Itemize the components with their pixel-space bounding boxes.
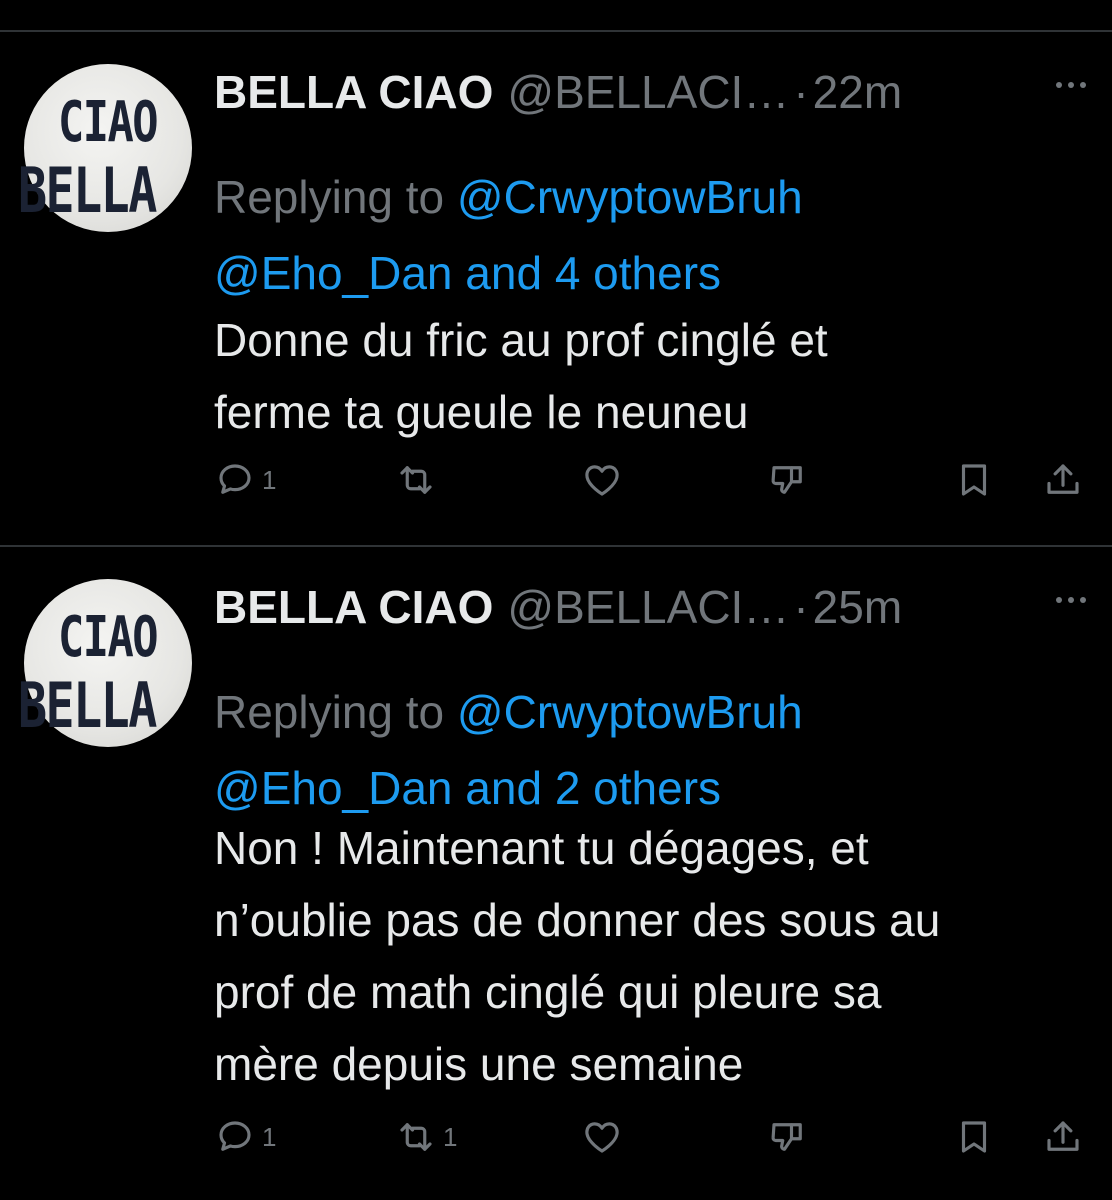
avatar[interactable]: CIAO BELLA: [18, 579, 192, 747]
tweet-text-line: ferme ta gueule le neuneu: [214, 386, 749, 438]
user-handle[interactable]: @BELLACI…: [507, 65, 789, 119]
timestamp[interactable]: 25m: [813, 580, 902, 634]
bookmark-button[interactable]: [953, 1116, 995, 1158]
dislike-button[interactable]: [767, 459, 815, 501]
separator-dot: ·: [793, 581, 809, 633]
tweet-text-line: prof de math cinglé qui pleure sa: [214, 966, 882, 1018]
bookmark-button[interactable]: [953, 459, 995, 501]
replying-to-label: Replying to: [214, 686, 445, 738]
tweet[interactable]: CIAO BELLA BELLA CIAO @BELLACI… · 22m Re…: [0, 32, 1112, 545]
separator-dot: ·: [793, 66, 809, 118]
reply-to-others-link[interactable]: @Eho_Dan and 2 others: [214, 761, 721, 815]
retweet-button[interactable]: [395, 459, 443, 501]
display-name[interactable]: BELLA CIAO: [214, 580, 493, 634]
reply-to-others-text[interactable]: @Eho_Dan and 2 others: [214, 762, 721, 814]
avatar-text-ciao: CIAO: [58, 605, 159, 670]
replying-to-label: Replying to: [214, 171, 445, 223]
retweet-count: 1: [443, 1121, 458, 1152]
retweet-icon: [400, 1123, 432, 1151]
share-icon: [1047, 464, 1079, 494]
share-button[interactable]: [1042, 459, 1084, 501]
replying-to-line: Replying to @CrwyptowBruh: [214, 685, 803, 739]
reply-icon: [219, 464, 251, 494]
bookmark-icon: [961, 1121, 987, 1153]
reply-button[interactable]: 1: [214, 1116, 276, 1158]
reply-count: 1: [262, 1121, 277, 1152]
dislike-icon: [771, 466, 802, 494]
more-icon[interactable]: [1056, 82, 1086, 88]
action-bar: 1: [0, 459, 1112, 519]
replying-to-line: Replying to @CrwyptowBruh: [214, 170, 803, 224]
action-bar: 1 1: [0, 1116, 1112, 1176]
reply-to-user-link[interactable]: @CrwyptowBruh: [457, 686, 803, 738]
bookmark-icon: [961, 464, 987, 496]
reply-icon: [219, 1121, 251, 1151]
reply-to-user-link[interactable]: @CrwyptowBruh: [457, 171, 803, 223]
like-button[interactable]: [581, 1116, 629, 1158]
reply-to-others-link[interactable]: @Eho_Dan and 4 others: [214, 246, 721, 300]
share-icon: [1047, 1121, 1079, 1151]
tweet-text-line: Donne du fric au prof cinglé et: [214, 314, 828, 366]
user-handle[interactable]: @BELLACI…: [507, 580, 789, 634]
tweet-header: BELLA CIAO @BELLACI… · 25m: [214, 577, 902, 637]
like-icon: [585, 1122, 619, 1153]
tweet-text: Donne du fric au prof cinglé et ferme ta…: [214, 304, 1094, 448]
retweet-icon: [400, 466, 432, 494]
avatar-text-ciao: CIAO: [58, 90, 159, 155]
dislike-button[interactable]: [767, 1116, 815, 1158]
share-button[interactable]: [1042, 1116, 1084, 1158]
retweet-button[interactable]: 1: [395, 1116, 457, 1158]
display-name[interactable]: BELLA CIAO: [214, 65, 493, 119]
more-icon[interactable]: [1056, 597, 1086, 603]
like-button[interactable]: [581, 459, 629, 501]
dislike-icon: [771, 1123, 802, 1151]
reply-to-others-text[interactable]: @Eho_Dan and 4 others: [214, 247, 721, 299]
tweet-text-line: n’oublie pas de donner des sous au: [214, 894, 941, 946]
tweet-text: Non ! Maintenant tu dégages, et n’oublie…: [214, 812, 1094, 1100]
avatar-text-bella: BELLA: [18, 669, 157, 742]
tweet[interactable]: CIAO BELLA BELLA CIAO @BELLACI… · 25m Re…: [0, 547, 1112, 1200]
timestamp[interactable]: 22m: [813, 65, 902, 119]
reply-count: 1: [262, 464, 277, 495]
tweet-text-line: mère depuis une semaine: [214, 1038, 744, 1090]
like-icon: [585, 465, 619, 496]
avatar[interactable]: CIAO BELLA: [18, 64, 192, 232]
tweet-text-line: Non ! Maintenant tu dégages, et: [214, 822, 869, 874]
reply-button[interactable]: 1: [214, 459, 276, 501]
tweet-header: BELLA CIAO @BELLACI… · 22m: [214, 62, 902, 122]
avatar-text-bella: BELLA: [18, 154, 157, 227]
